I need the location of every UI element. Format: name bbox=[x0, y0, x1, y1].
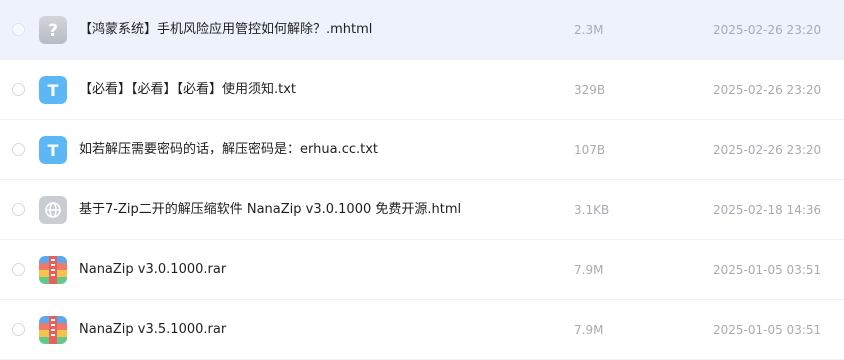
file-date: 2025-02-26 23:20 bbox=[713, 83, 822, 97]
file-name[interactable]: 如若解压需要密码的话，解压密码是：erhua.cc.txt bbox=[79, 120, 378, 180]
archive-file-icon bbox=[39, 256, 67, 284]
file-row[interactable]: T 如若解压需要密码的话，解压密码是：erhua.cc.txt 107B 202… bbox=[0, 120, 844, 180]
file-name[interactable]: NanaZip v3.0.1000.rar bbox=[79, 240, 226, 300]
file-row[interactable]: 基于7-Zip二开的解压缩软件 NanaZip v3.0.1000 免费开源.h… bbox=[0, 180, 844, 240]
file-name[interactable]: 基于7-Zip二开的解压缩软件 NanaZip v3.0.1000 免费开源.h… bbox=[79, 180, 461, 240]
file-size: 3.1KB bbox=[574, 203, 610, 217]
file-row[interactable]: NanaZip v3.0.1000.rar 7.9M 2025-01-05 03… bbox=[0, 240, 844, 300]
file-size: 7.9M bbox=[574, 263, 604, 277]
file-name[interactable]: 【必看】【必看】【必看】使用须知.txt bbox=[79, 60, 296, 120]
file-row[interactable]: ? 【鸿蒙系统】手机风险应用管控如何解除？.mhtml 2.3M 2025-02… bbox=[0, 0, 844, 60]
file-name[interactable]: NanaZip v3.5.1000.rar bbox=[79, 300, 226, 360]
file-size: 7.9M bbox=[574, 323, 604, 337]
select-checkbox[interactable] bbox=[12, 143, 25, 156]
select-checkbox[interactable] bbox=[12, 23, 25, 36]
archive-file-icon bbox=[39, 316, 67, 344]
file-row[interactable]: NanaZip v3.5.1000.rar 7.9M 2025-01-05 03… bbox=[0, 300, 844, 360]
file-size: 107B bbox=[574, 143, 606, 157]
file-date: 2025-02-26 23:20 bbox=[713, 23, 822, 37]
file-list: ? 【鸿蒙系统】手机风险应用管控如何解除？.mhtml 2.3M 2025-02… bbox=[0, 0, 844, 360]
select-checkbox[interactable] bbox=[12, 323, 25, 336]
file-size: 329B bbox=[574, 83, 606, 97]
text-file-icon: T bbox=[39, 76, 67, 104]
select-checkbox[interactable] bbox=[12, 83, 25, 96]
file-date: 2025-02-18 14:36 bbox=[713, 203, 822, 217]
web-file-icon bbox=[39, 196, 67, 224]
svg-text:T: T bbox=[48, 141, 59, 160]
select-checkbox[interactable] bbox=[12, 263, 25, 276]
file-row[interactable]: T 【必看】【必看】【必看】使用须知.txt 329B 2025-02-26 2… bbox=[0, 60, 844, 120]
svg-text:T: T bbox=[48, 81, 59, 100]
file-date: 2025-01-05 03:51 bbox=[713, 263, 822, 277]
file-date: 2025-02-26 23:20 bbox=[713, 143, 822, 157]
file-date: 2025-01-05 03:51 bbox=[713, 323, 822, 337]
svg-text:?: ? bbox=[48, 21, 58, 41]
file-size: 2.3M bbox=[574, 23, 604, 37]
select-checkbox[interactable] bbox=[12, 203, 25, 216]
file-name[interactable]: 【鸿蒙系统】手机风险应用管控如何解除？.mhtml bbox=[79, 0, 372, 60]
unknown-file-icon: ? bbox=[39, 16, 67, 44]
text-file-icon: T bbox=[39, 136, 67, 164]
